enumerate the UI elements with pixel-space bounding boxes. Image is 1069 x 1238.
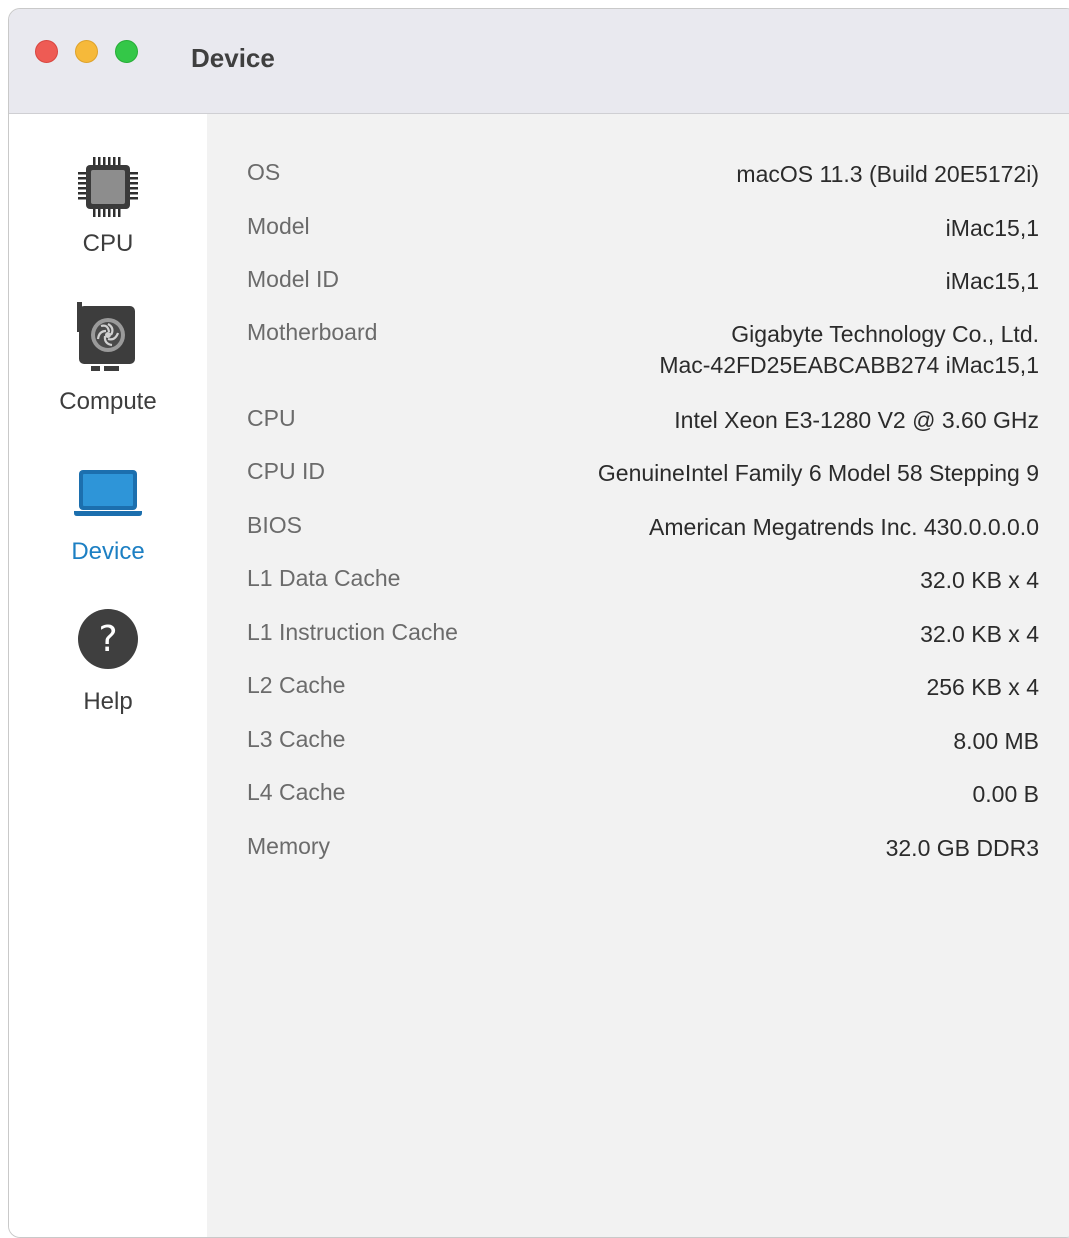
info-value: macOS 11.3 (Build 20E5172i) — [736, 161, 1039, 187]
info-value-line2: Mac-42FD25EABCABB274 iMac15,1 — [659, 352, 1039, 378]
laptop-icon — [73, 468, 143, 523]
info-label: CPU ID — [247, 458, 325, 484]
sidebar-item-cpu[interactable]: CPU — [9, 144, 207, 274]
sidebar-item-label: Help — [83, 688, 133, 715]
info-label: L3 Cache — [247, 726, 346, 752]
title-bar: Device — [9, 9, 1069, 114]
info-label: OS — [247, 159, 281, 185]
info-value: Gigabyte Technology Co., Ltd. — [731, 321, 1039, 347]
sidebar-item-help[interactable]: ? Help — [9, 604, 207, 724]
info-label: Model ID — [247, 266, 340, 292]
info-label: Memory — [247, 833, 331, 859]
sidebar-item-device[interactable]: Device — [9, 454, 207, 574]
sidebar-item-label: Device — [71, 538, 145, 565]
zoom-window-button[interactable] — [115, 40, 138, 63]
info-label: L2 Cache — [247, 672, 346, 698]
info-label: L1 Data Cache — [247, 565, 401, 591]
close-window-button[interactable] — [35, 40, 58, 63]
info-value: iMac15,1 — [945, 268, 1039, 294]
info-value: 32.0 KB x 4 — [920, 567, 1039, 593]
info-value: GenuineIntel Family 6 Model 58 Stepping … — [597, 460, 1039, 486]
info-value: 32.0 KB x 4 — [920, 621, 1039, 647]
app-window: Device CPU Compute Device ? Help OS macO… — [8, 8, 1069, 1238]
info-value: iMac15,1 — [945, 215, 1039, 241]
sidebar-item-label: CPU — [82, 230, 134, 257]
info-label: L4 Cache — [247, 779, 346, 805]
svg-text:?: ? — [98, 619, 117, 660]
sidebar-item-label: Compute — [59, 388, 157, 415]
info-label: Model — [247, 213, 310, 239]
info-value: 8.00 MB — [953, 728, 1039, 754]
info-value: 0.00 B — [972, 781, 1040, 807]
sidebar: CPU Compute Device ? Help — [9, 114, 207, 1237]
minimize-window-button[interactable] — [75, 40, 98, 63]
info-value: 256 KB x 4 — [926, 674, 1039, 700]
cpu-chip-icon — [75, 154, 141, 225]
info-value: 32.0 GB DDR3 — [885, 835, 1039, 861]
gpu-card-icon — [75, 302, 141, 379]
info-label: BIOS — [247, 512, 302, 538]
window-title: Device — [191, 43, 275, 73]
device-info-panel: OS macOS 11.3 (Build 20E5172i) Model iMa… — [207, 114, 1069, 1237]
info-value: American Megatrends Inc. 430.0.0.0.0 — [649, 514, 1039, 540]
info-label: CPU — [247, 405, 296, 431]
info-value: Intel Xeon E3-1280 V2 @ 3.60 GHz — [674, 407, 1039, 433]
info-label: L1 Instruction Cache — [247, 619, 458, 645]
help-icon: ? — [77, 608, 139, 675]
sidebar-item-compute[interactable]: Compute — [9, 294, 207, 424]
info-label: Motherboard — [247, 319, 378, 345]
